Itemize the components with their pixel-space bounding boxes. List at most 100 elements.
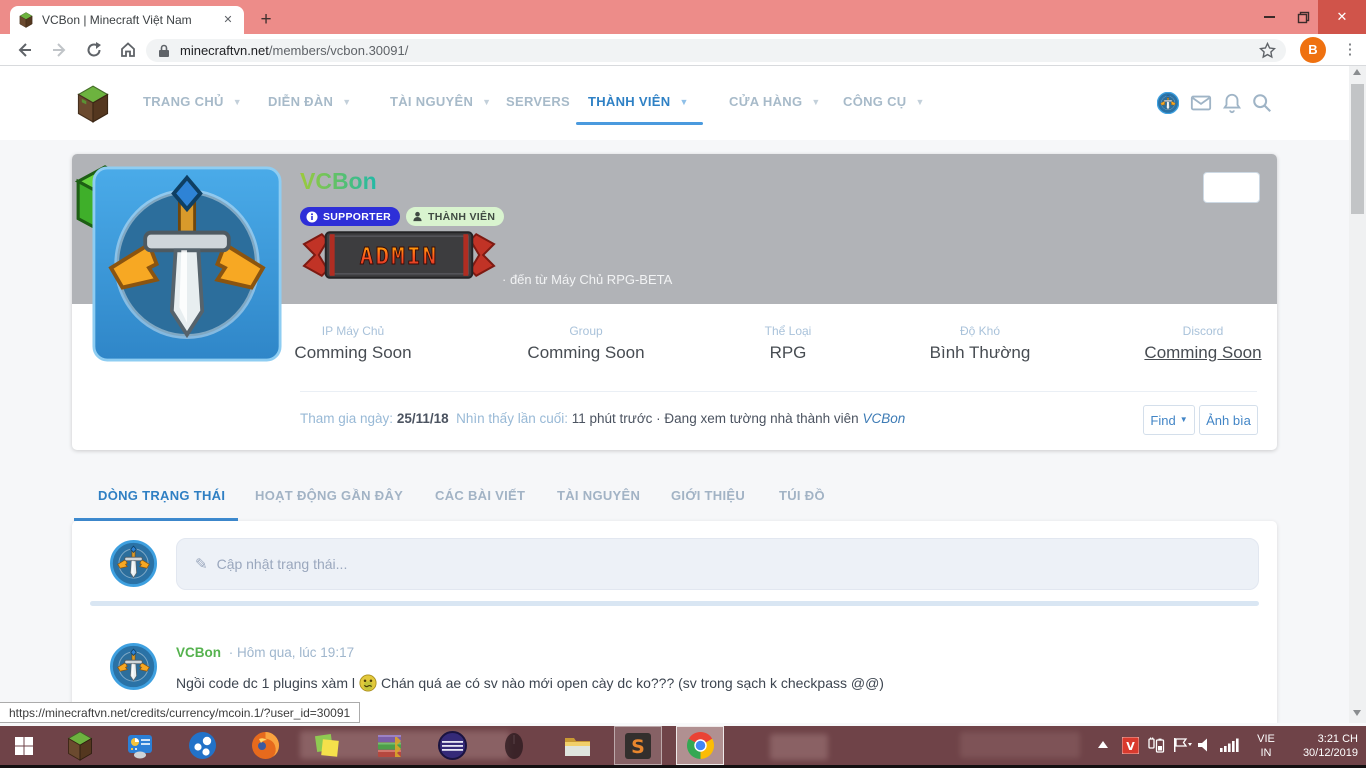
browser-menu-icon[interactable]: ⋮	[1340, 38, 1360, 62]
sticky-notes-icon	[314, 733, 339, 757]
member-badge[interactable]: THÀNH VIÊN	[406, 207, 505, 226]
restore-button[interactable]	[1288, 0, 1318, 34]
taskbar-sublime-text[interactable]: S	[614, 726, 662, 765]
nav-item-cong-cu[interactable]: CÔNG CỤ ▼	[843, 94, 925, 109]
minecraft-icon	[67, 730, 93, 761]
post-timestamp[interactable]: · Hôm qua, lúc 19:17	[229, 645, 354, 660]
nav-item-tai-nguyen[interactable]: TÀI NGUYÊN ▼	[390, 94, 491, 109]
profile-card: VCBon SUPPORTER THÀNH VIÊN ADMIN · đến t…	[72, 154, 1277, 450]
wallpaper-glow	[770, 734, 828, 760]
stat-difficulty: Độ Khó Bình Thường	[929, 324, 1031, 362]
scrollbar-up-arrow[interactable]	[1353, 69, 1361, 75]
dots-app-icon	[188, 732, 216, 759]
browser-profile-avatar[interactable]: B	[1300, 37, 1326, 63]
tab-tui-do[interactable]: TÚI ĐỒ	[779, 488, 825, 503]
tab-hoat-dong[interactable]: HOẠT ĐỘNG GẦN ĐÂY	[255, 488, 403, 503]
taskbar-eclipse[interactable]	[428, 726, 476, 765]
status-bar-link: https://minecraftvn.net/credits/currency…	[0, 702, 361, 723]
tab-title: VCBon | Minecraft Việt Nam	[42, 13, 192, 27]
tab-tai-nguyen[interactable]: TÀI NGUYÊN	[557, 488, 640, 503]
close-button[interactable]: ✕	[1318, 0, 1366, 34]
profile-origin: · đến từ Máy Chủ RPG-BETA	[502, 272, 673, 287]
taskbar-firefox[interactable]	[241, 726, 289, 765]
back-button[interactable]	[12, 38, 36, 62]
tray-vietkey-icon[interactable]: V	[1122, 737, 1139, 754]
nav-item-servers[interactable]: SERVERS	[506, 94, 570, 109]
windows-logo-icon	[15, 736, 33, 755]
taskbar-sticky-notes[interactable]	[303, 726, 351, 765]
chrome-icon	[686, 731, 714, 759]
taskbar-file-explorer[interactable]	[553, 726, 601, 765]
divider	[90, 601, 1259, 606]
chevron-down-icon: ▼	[342, 96, 352, 107]
search-icon[interactable]	[1251, 92, 1273, 114]
scrollbar-down-arrow[interactable]	[1353, 710, 1361, 716]
nav-item-cua-hang[interactable]: CỬA HÀNG ▼	[729, 94, 821, 109]
admin-rank-banner: ADMIN	[302, 231, 496, 279]
cover-photo-button[interactable]: Ảnh bìa	[1199, 405, 1258, 435]
forward-button[interactable]	[48, 38, 72, 62]
pencil-icon: ✎	[195, 556, 208, 573]
profile-avatar[interactable]	[92, 166, 282, 362]
sublime-text-icon: S	[625, 732, 651, 759]
winrar-icon	[378, 734, 401, 757]
tab-dong-trang-thai[interactable]: DÒNG TRẠNG THÁI	[98, 488, 225, 503]
restore-icon	[1297, 11, 1309, 23]
find-button[interactable]: Find ▼	[1143, 405, 1195, 435]
bell-icon[interactable]	[1221, 92, 1243, 114]
chevron-down-icon: ▼	[1179, 414, 1188, 424]
address-bar[interactable]: minecraftvn.net/members/vcbon.30091/	[146, 39, 1286, 62]
taskbar-mouse-tool[interactable]	[490, 726, 538, 765]
tray-expand-icon[interactable]	[1098, 741, 1108, 748]
status-update-input[interactable]: ✎ Cập nhật trạng thái...	[176, 538, 1259, 590]
chevron-down-icon: ▼	[915, 96, 925, 107]
taskbar-minecraft[interactable]	[56, 726, 104, 765]
status-feed-card: ✎ Cập nhật trạng thái... VCBon · Hôm qua…	[72, 521, 1277, 723]
taskbar-settings-app[interactable]	[116, 726, 164, 765]
nav-item-dien-dan[interactable]: DIỄN ĐÀN ▼	[268, 94, 351, 109]
url-text: minecraftvn.net/members/vcbon.30091/	[180, 43, 409, 58]
wallpaper-glow	[960, 732, 1080, 758]
supporter-badge[interactable]: SUPPORTER	[300, 207, 401, 226]
site-navbar: TRANG CHỦ ▼ DIỄN ĐÀN ▼ TÀI NGUYÊN ▼ SERVERS…	[0, 66, 1366, 140]
page-viewport: TRANG CHỦ ▼ DIỄN ĐÀN ▼ TÀI NGUYÊN ▼ SERVERS…	[0, 66, 1366, 723]
favicon-minecraft	[19, 12, 33, 28]
post-message: Ngồi code dc 1 plugins xàm l Chán quá ae …	[176, 674, 884, 695]
tray-battery-icon[interactable]	[1148, 737, 1166, 754]
start-button[interactable]	[0, 726, 48, 765]
bookmark-star-icon[interactable]	[1258, 41, 1277, 64]
reload-button[interactable]	[82, 38, 106, 62]
scrollbar-thumb[interactable]	[1351, 84, 1364, 214]
chevron-down-icon: ▼	[482, 96, 492, 107]
taskbar-winrar[interactable]	[366, 726, 414, 765]
post-author-avatar[interactable]	[110, 643, 157, 690]
browser-tab[interactable]: VCBon | Minecraft Việt Nam ✕	[10, 6, 244, 34]
taskbar-chrome[interactable]	[676, 726, 724, 765]
stat-discord[interactable]: Discord Comming Soon	[1144, 324, 1261, 363]
site-logo-minecraft[interactable]	[76, 85, 110, 123]
settings-app-icon	[128, 734, 152, 758]
tab-cac-bai-viet[interactable]: CÁC BÀI VIẾT	[435, 488, 525, 503]
tab-close-icon[interactable]: ✕	[220, 12, 236, 28]
tray-speaker-icon[interactable]	[1198, 738, 1213, 752]
taskbar-dots-app[interactable]	[178, 726, 226, 765]
nav-item-thanh-vien[interactable]: THÀNH VIÊN ▼	[588, 94, 689, 109]
stat-ip: IP Máy Chủ Comming Soon	[294, 324, 412, 362]
post-author-name[interactable]: VCBon	[176, 645, 221, 660]
browser-titlebar: VCBon | Minecraft Việt Nam ✕ + ✕	[0, 0, 1366, 34]
tray-language[interactable]: VIE IN	[1248, 732, 1284, 760]
tray-clock[interactable]: 3:21 CH 30/12/2019	[1288, 732, 1358, 760]
tab-gioi-thieu[interactable]: GIỚI THIỆU	[671, 488, 745, 503]
home-button[interactable]	[116, 38, 140, 62]
minimize-button[interactable]	[1252, 0, 1286, 34]
new-tab-button[interactable]: +	[254, 8, 278, 32]
user-mini-avatar[interactable]	[1157, 92, 1179, 114]
tray-network-icon[interactable]	[1220, 738, 1240, 752]
mail-icon[interactable]	[1190, 92, 1212, 114]
chevron-down-icon: ▼	[232, 96, 242, 107]
username-link[interactable]: VCBon	[862, 411, 905, 426]
post-header: VCBon · Hôm qua, lúc 19:17	[176, 645, 354, 660]
cover-action-button[interactable]	[1203, 172, 1260, 203]
nav-item-trang-chu[interactable]: TRANG CHỦ ▼	[143, 94, 242, 109]
tray-flag-icon[interactable]	[1173, 737, 1193, 753]
